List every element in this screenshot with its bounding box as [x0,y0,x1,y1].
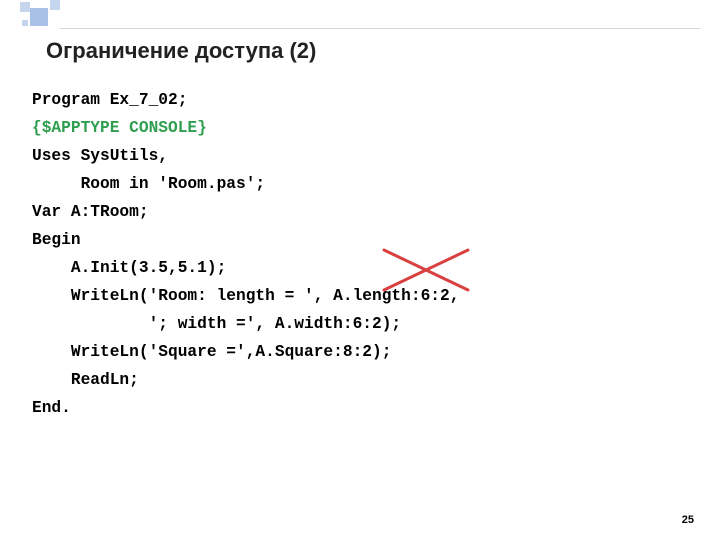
code-line: End. [32,399,71,417]
code-listing: Program Ex_7_02; {$APPTYPE CONSOLE} Uses… [32,86,459,422]
header-divider [60,28,700,29]
code-line: Room in 'Room.pas'; [32,175,265,193]
code-line: ReadLn; [32,371,139,389]
code-line: WriteLn('Room: length = ', A.length:6:2, [32,287,459,305]
code-line: A.Init(3.5,5.1); [32,259,226,277]
slide-title: Ограничение доступа (2) [46,38,316,64]
deco-square [30,8,48,26]
code-line: Begin [32,231,81,249]
code-line: Var A:TRoom; [32,203,149,221]
deco-square [20,2,30,12]
code-line: Uses SysUtils, [32,147,168,165]
deco-square [22,20,28,26]
deco-square [50,0,60,10]
code-line: Program Ex_7_02; [32,91,187,109]
page-number: 25 [682,514,694,526]
code-line: '; width =', A.width:6:2); [32,315,401,333]
code-line-directive: {$APPTYPE CONSOLE} [32,119,207,137]
corner-decoration [0,0,100,40]
code-line: WriteLn('Square =',A.Square:8:2); [32,343,391,361]
